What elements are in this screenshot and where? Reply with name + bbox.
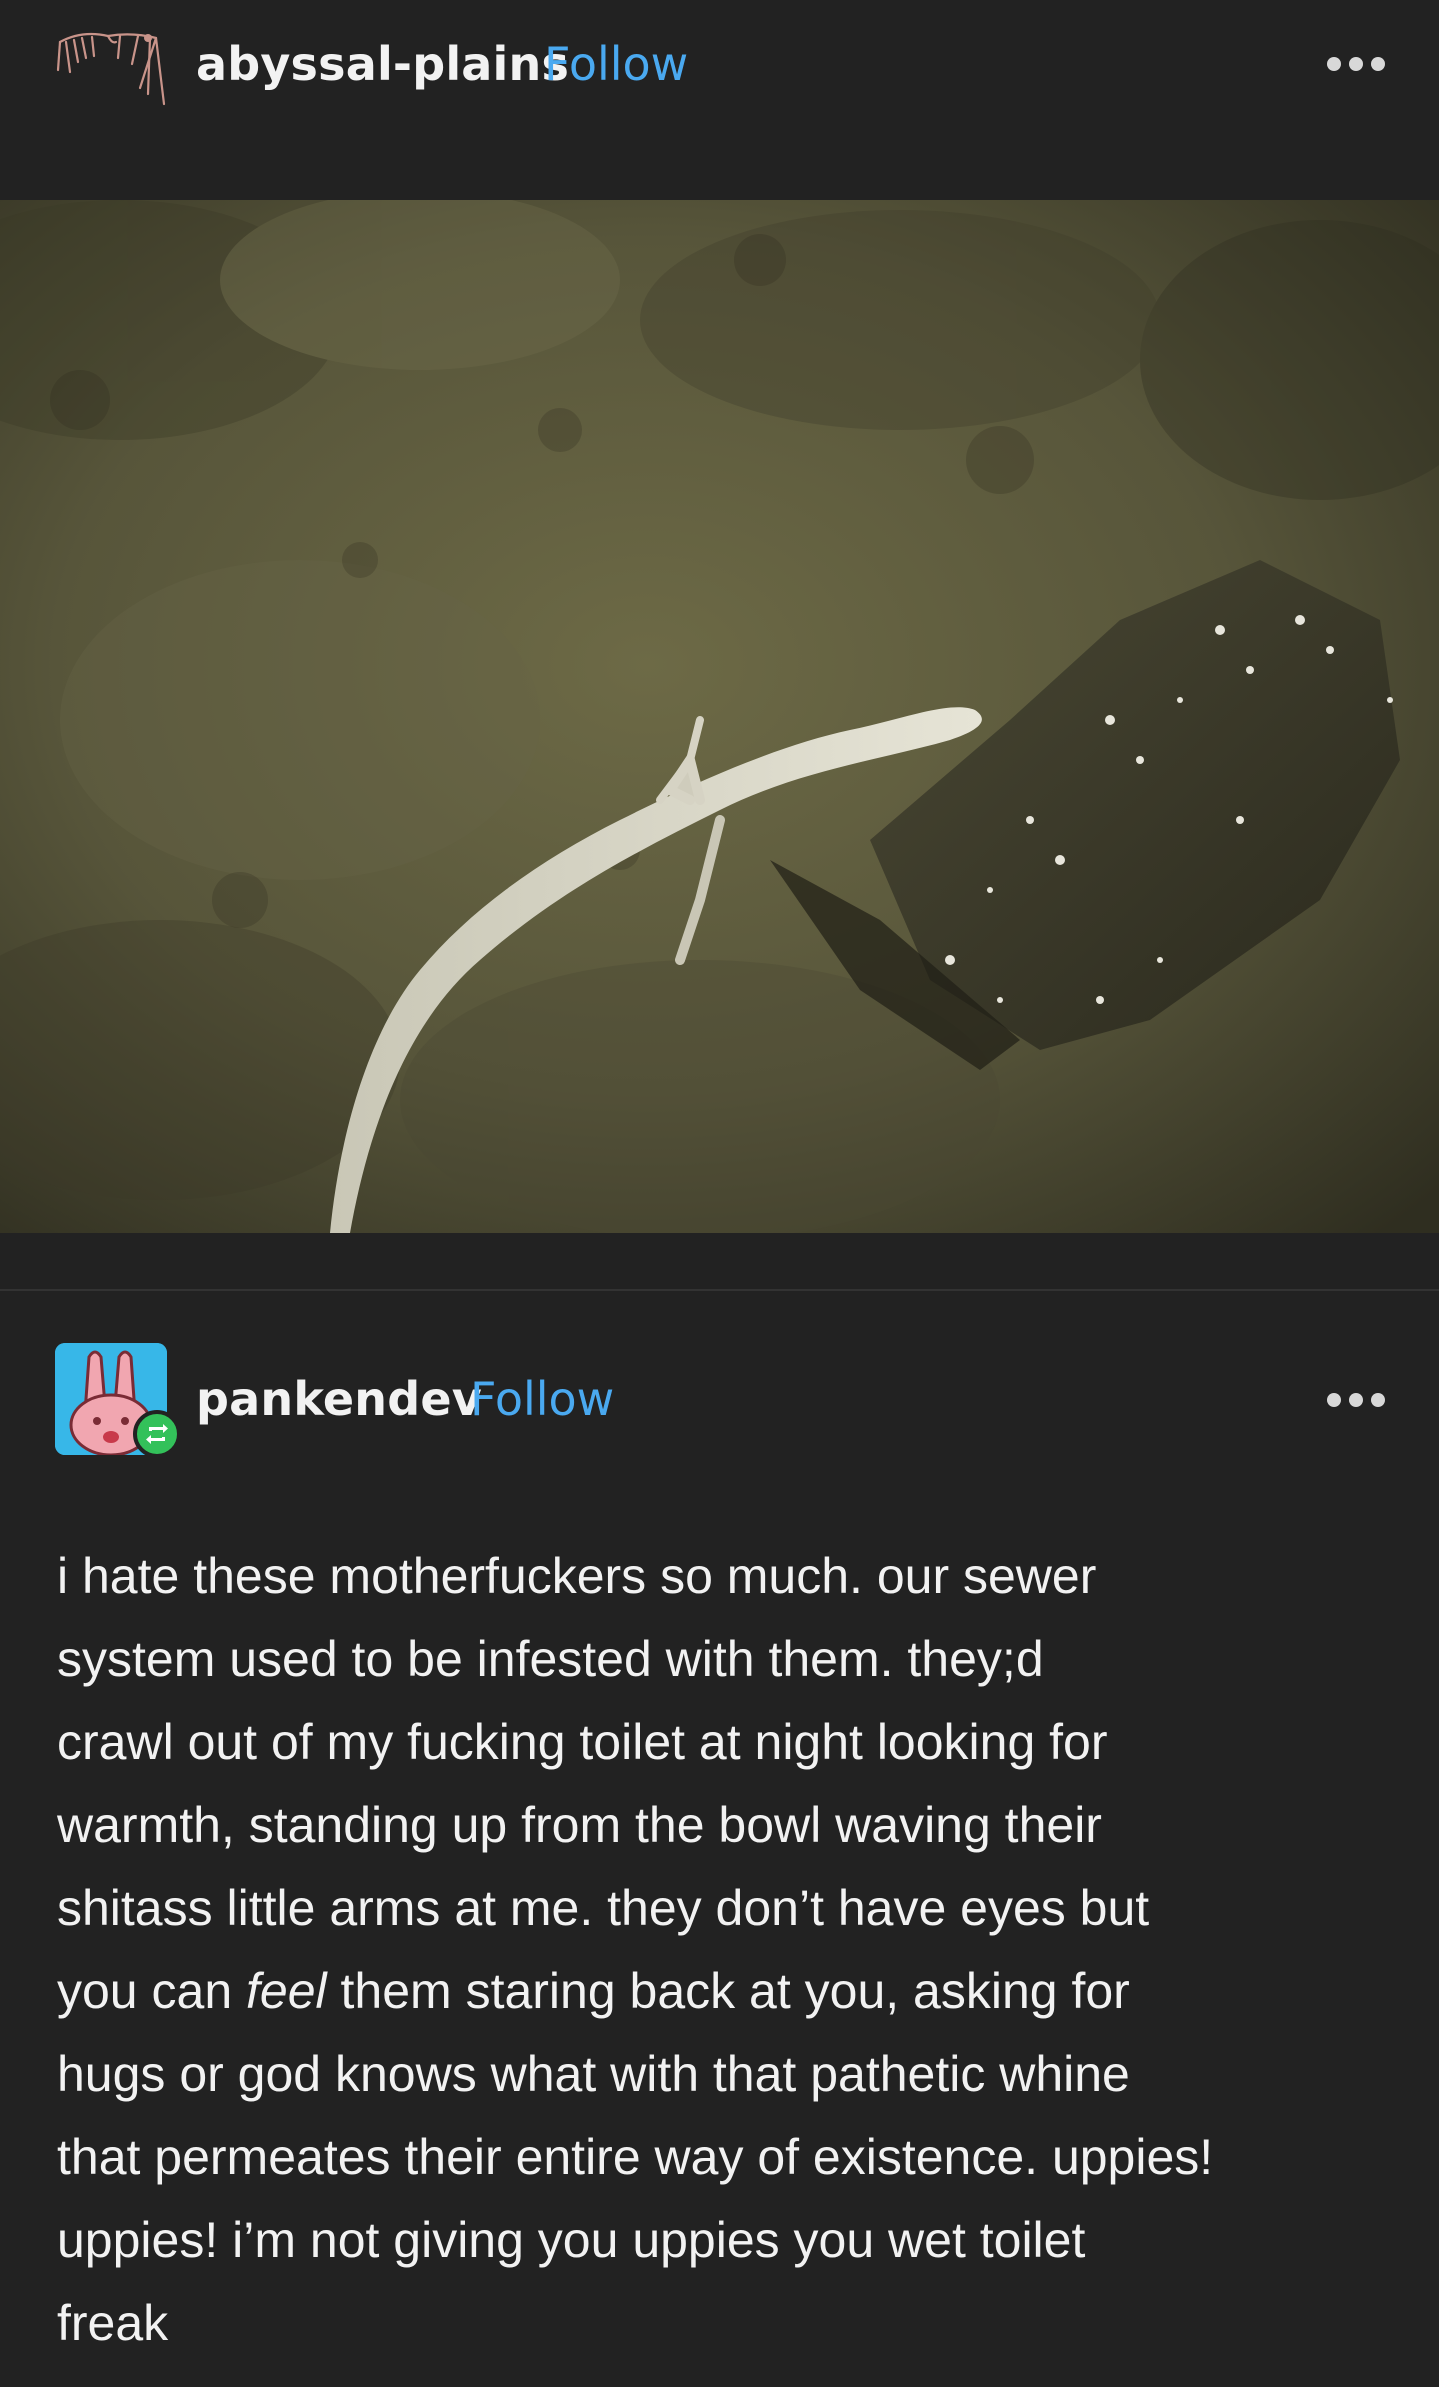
salamander-image xyxy=(0,200,1439,1233)
reblog-author-name[interactable]: pankendev xyxy=(196,1372,482,1426)
follow-button[interactable]: Follow xyxy=(544,37,688,91)
post-body-text: i hate these motherfuckers so much. our … xyxy=(57,1535,1397,2365)
post-body-part: i hate these motherfuckers so much. our … xyxy=(57,1548,1150,2019)
post-gif[interactable] xyxy=(0,200,1439,1233)
post-author-name[interactable]: abyssal-plains xyxy=(196,37,569,91)
post-body-emphasis: feel xyxy=(246,1963,327,2019)
post-header: abyssal-plains Follow xyxy=(0,0,1439,130)
spider-icon[interactable] xyxy=(52,22,170,110)
post-body-part: them staring back at you, asking for hug… xyxy=(57,1963,1214,2351)
more-dots-icon[interactable] xyxy=(1325,44,1387,84)
follow-button[interactable]: Follow xyxy=(470,1372,614,1426)
post-divider xyxy=(0,1289,1439,1291)
reblog-icon xyxy=(133,1410,181,1458)
reblog-header: pankendev Follow xyxy=(0,1330,1439,1470)
more-dots-icon[interactable] xyxy=(1325,1380,1387,1420)
